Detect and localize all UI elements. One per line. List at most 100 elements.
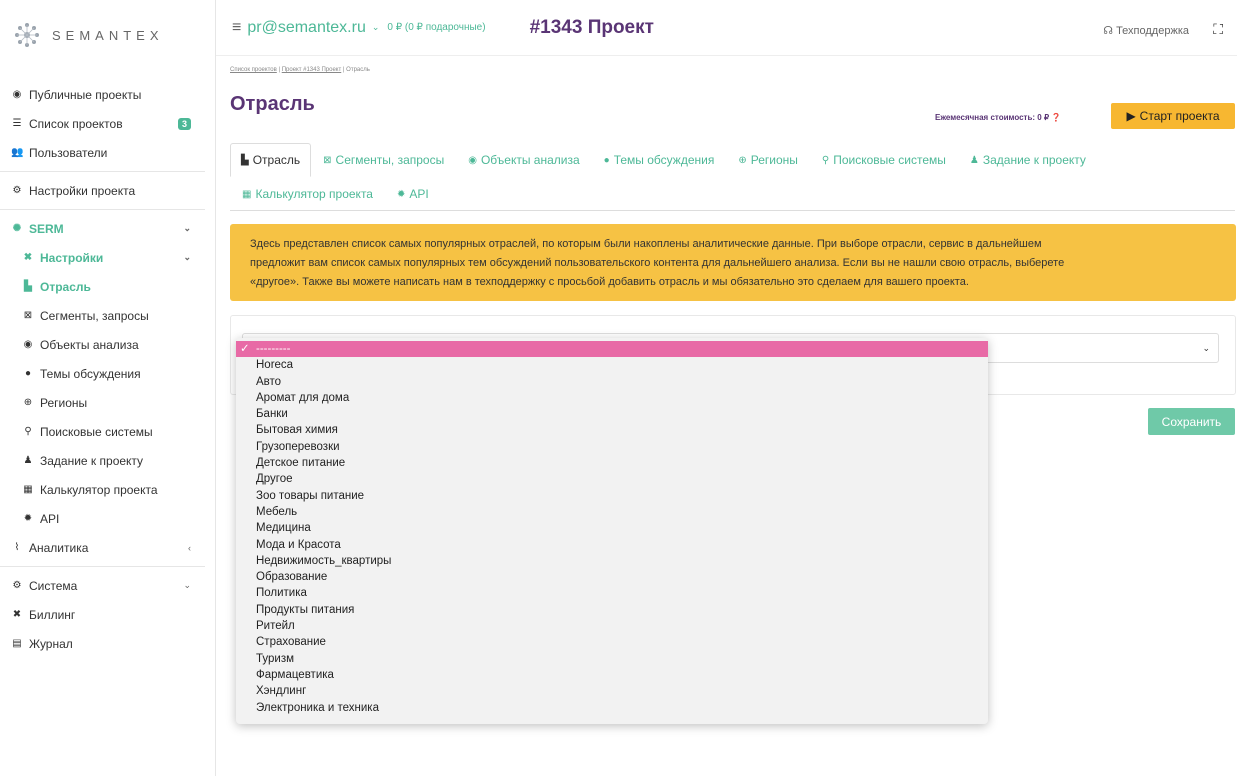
start-project-label: Старт проекта bbox=[1139, 109, 1220, 123]
account-email[interactable]: pr@semantex.ru bbox=[247, 19, 366, 37]
tab-api[interactable]: ✹ API bbox=[385, 177, 441, 211]
sidebar-item-api[interactable]: ✹ API bbox=[0, 504, 215, 533]
breadcrumb-item[interactable]: Список проектов bbox=[230, 67, 277, 73]
sidebar-item-calculator[interactable]: ▦ Калькулятор проекта bbox=[0, 475, 215, 504]
sidebar-item-analytics[interactable]: ⌇ Аналитика ‹ bbox=[0, 533, 215, 562]
tab-calculator[interactable]: ▦ Калькулятор проекта bbox=[230, 177, 385, 211]
dropdown-option-selected[interactable]: ✓ --------- bbox=[236, 341, 988, 358]
dropdown-option[interactable]: Детское питание bbox=[236, 455, 988, 471]
tab-analysis-objects[interactable]: ◉ Объекты анализа bbox=[456, 143, 591, 177]
breadcrumb-item[interactable]: Проект #1343 Проект bbox=[282, 67, 342, 73]
dropdown-option[interactable]: Зоо товары питание bbox=[236, 488, 988, 504]
sidebar-item-project-settings[interactable]: ⚙ Настройки проекта bbox=[0, 176, 215, 205]
dropdown-option[interactable]: Политика bbox=[236, 585, 988, 601]
dropdown-option[interactable]: Электроника и техника bbox=[236, 700, 988, 716]
segments-icon: ⊠ bbox=[323, 154, 332, 166]
dropdown-option[interactable]: Банки bbox=[236, 406, 988, 422]
globe-icon: ⊕ bbox=[738, 154, 747, 166]
dropdown-option[interactable]: Бытовая химия bbox=[236, 422, 988, 438]
sidebar-item-public-projects[interactable]: ◉ Публичные проекты bbox=[0, 80, 215, 109]
sidebar-item-users[interactable]: 👥 Пользователи bbox=[0, 138, 215, 167]
sidebar-item-label: Аналитика bbox=[29, 540, 89, 555]
dropdown-option[interactable]: Фармацевтика bbox=[236, 667, 988, 683]
dropdown-option[interactable]: Аромат для дома bbox=[236, 390, 988, 406]
tab-label: Калькулятор проекта bbox=[255, 187, 373, 201]
project-count-badge: 3 bbox=[177, 117, 191, 130]
tab-industry[interactable]: ▙ Отрасль bbox=[230, 143, 312, 177]
sidebar-item-billing[interactable]: ✖ Биллинг bbox=[0, 600, 215, 629]
sidebar-item-label: Калькулятор проекта bbox=[40, 482, 158, 497]
target-icon: ◉ bbox=[468, 154, 477, 166]
sidebar: SEMANTEX ◉ Публичные проекты ☰ Список пр… bbox=[0, 0, 216, 776]
sidebar-item-label: Задание к проекту bbox=[40, 453, 144, 468]
industry-icon: ▙ bbox=[24, 281, 32, 292]
logo-text: SEMANTEX bbox=[52, 27, 164, 43]
cogs-icon: ⚙ bbox=[12, 580, 22, 591]
dropdown-option[interactable]: Грузоперевозки bbox=[236, 439, 988, 455]
support-link[interactable]: ☊ Техподдержка bbox=[1103, 24, 1189, 37]
save-button[interactable]: Сохранить bbox=[1148, 408, 1235, 435]
dropdown-option[interactable]: Страхование bbox=[236, 634, 988, 650]
tools-icon: ✖ bbox=[23, 252, 33, 263]
globe-icon: ⊕ bbox=[23, 397, 33, 408]
fullscreen-icon[interactable]: ⛶ bbox=[1213, 21, 1223, 38]
tab-topics[interactable]: ● Темы обсуждения bbox=[592, 143, 727, 177]
tab-label: Задание к проекту bbox=[982, 153, 1086, 167]
tab-regions[interactable]: ⊕ Регионы bbox=[726, 143, 810, 177]
option-label: --------- bbox=[256, 343, 291, 355]
tab-label: API bbox=[409, 187, 429, 201]
play-icon: ▶ bbox=[1126, 109, 1136, 123]
divider bbox=[0, 566, 205, 567]
account-balance[interactable]: 0 ₽ (0 ₽ подарочные) bbox=[387, 22, 485, 33]
network-icon: ✺ bbox=[12, 223, 22, 234]
sidebar-item-project-list[interactable]: ☰ Список проектов 3 bbox=[0, 109, 215, 138]
breadcrumb-current: Отрасль bbox=[346, 67, 370, 73]
sidebar-item-analysis-objects[interactable]: ◉ Объекты анализа bbox=[0, 330, 215, 359]
tab-label: Объекты анализа bbox=[480, 153, 580, 167]
segments-icon: ⊠ bbox=[23, 310, 33, 321]
sidebar-item-search-engines[interactable]: ⚲ Поисковые системы bbox=[0, 417, 215, 446]
users-icon: 👥 bbox=[11, 147, 24, 158]
tabs: ▙ Отрасль ⊠ Сегменты, запросы ◉ Объекты ана… bbox=[230, 143, 1235, 211]
sidebar-item-industry[interactable]: ▙ Отрасль bbox=[0, 272, 215, 301]
dropdown-option[interactable]: Мода и Красота bbox=[236, 537, 988, 553]
dropdown-option[interactable]: Хэндлинг bbox=[236, 683, 988, 699]
info-line: предложит вам список самых популярных те… bbox=[250, 257, 1065, 269]
sidebar-item-system[interactable]: ⚙ Система ⌄ bbox=[0, 571, 215, 600]
sidebar-item-topics[interactable]: ● Темы обсуждения bbox=[0, 359, 215, 388]
help-icon[interactable]: ❓ bbox=[1051, 113, 1061, 122]
logo[interactable]: SEMANTEX bbox=[0, 0, 215, 70]
tab-search-engines[interactable]: ⚲ Поисковые системы bbox=[810, 143, 958, 177]
dropdown-option[interactable]: Туризм bbox=[236, 651, 988, 667]
dropdown-option[interactable]: Ритейл bbox=[236, 618, 988, 634]
sidebar-item-segments[interactable]: ⊠ Сегменты, запросы bbox=[0, 301, 215, 330]
sidebar-item-label: Пользователи bbox=[29, 145, 108, 160]
dropdown-option[interactable]: Недвижимость_квартиры bbox=[236, 553, 988, 569]
dropdown-option[interactable]: Медицина bbox=[236, 520, 988, 536]
dropdown-option[interactable]: Horeca bbox=[236, 357, 988, 373]
eye-icon: ◉ bbox=[12, 89, 22, 100]
tab-label: Отрасль bbox=[252, 153, 301, 167]
dropdown-option[interactable]: Другое bbox=[236, 471, 988, 487]
sidebar-item-label: Объекты анализа bbox=[40, 337, 139, 352]
sidebar-item-project-task[interactable]: ♟ Задание к проекту bbox=[0, 446, 215, 475]
tab-segments[interactable]: ⊠ Сегменты, запросы bbox=[311, 143, 456, 177]
search-icon: ⚲ bbox=[821, 154, 830, 166]
dropdown-option[interactable]: Образование bbox=[236, 569, 988, 585]
dropdown-option[interactable]: Мебель bbox=[236, 504, 988, 520]
sidebar-item-label: Настройки bbox=[40, 250, 104, 265]
dropdown-option[interactable]: Авто bbox=[236, 374, 988, 390]
start-project-button[interactable]: ▶ Старт проекта bbox=[1111, 103, 1235, 129]
sidebar-item-journal[interactable]: ▤ Журнал bbox=[0, 629, 215, 658]
hamburger-menu-icon[interactable]: ≡ bbox=[232, 19, 241, 37]
sidebar-item-regions[interactable]: ⊕ Регионы bbox=[0, 388, 215, 417]
info-alert: Здесь представлен список самых популярны… bbox=[230, 224, 1236, 301]
sidebar-item-serm[interactable]: ✺ SERM ⌄ bbox=[0, 214, 215, 243]
chevron-down-icon[interactable]: ⌄ bbox=[372, 22, 380, 33]
list-icon: ☰ bbox=[12, 118, 22, 129]
sidebar-item-settings[interactable]: ✖ Настройки ⌄ bbox=[0, 243, 215, 272]
search-icon: ⚲ bbox=[24, 426, 32, 437]
dropdown-option[interactable]: Продукты питания bbox=[236, 602, 988, 618]
calculator-icon: ▦ bbox=[242, 188, 252, 200]
tab-project-task[interactable]: ♟ Задание к проекту bbox=[958, 143, 1098, 177]
